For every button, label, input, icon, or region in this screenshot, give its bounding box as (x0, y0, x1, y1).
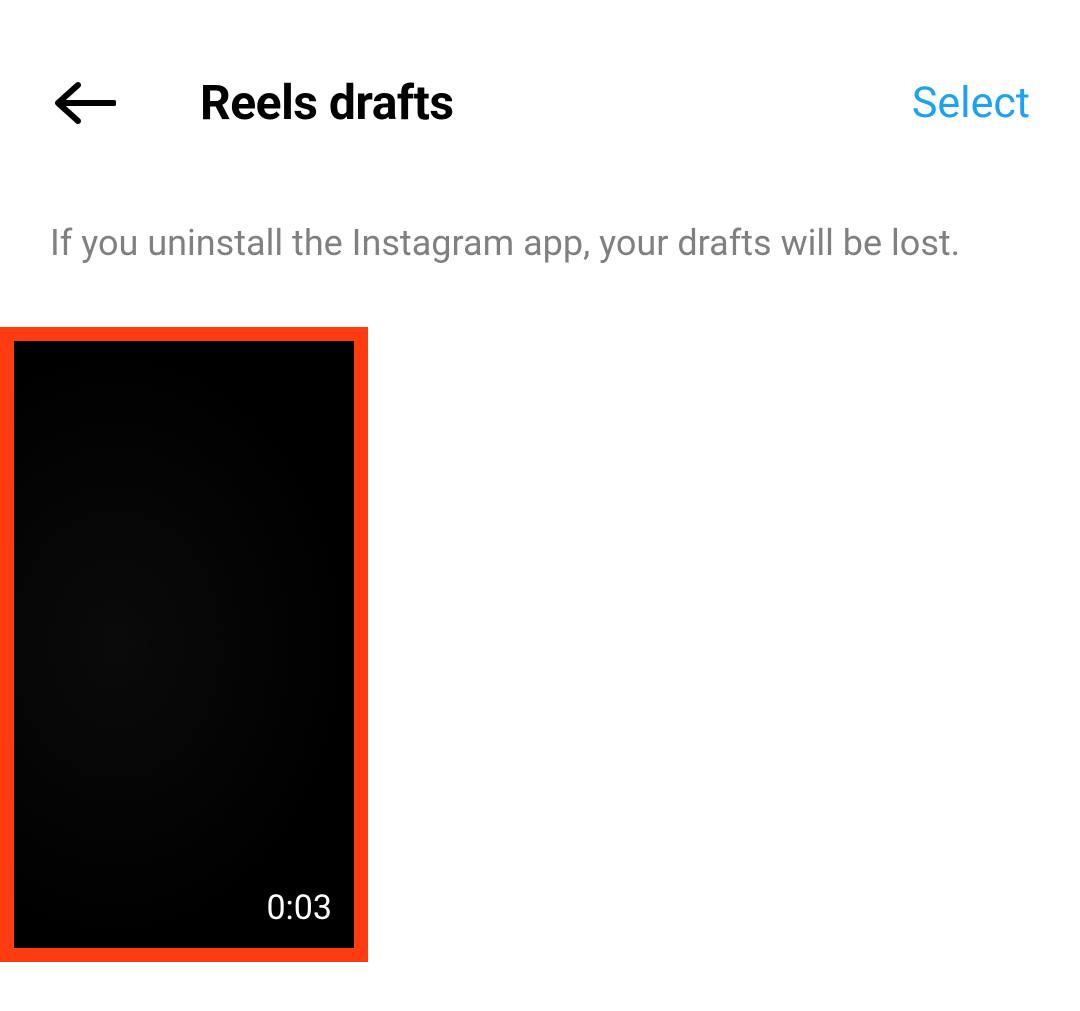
info-message: If you uninstall the Instagram app, your… (0, 150, 1080, 267)
page-title: Reels drafts (200, 74, 453, 131)
back-button[interactable] (50, 68, 120, 138)
header: Reels drafts Select (0, 0, 1080, 150)
draft-item[interactable]: 0:03 (0, 327, 368, 962)
drafts-grid: 0:03 (0, 267, 1080, 962)
draft-thumbnail (14, 341, 354, 948)
arrow-left-icon (54, 79, 116, 127)
select-button[interactable]: Select (912, 78, 1030, 128)
draft-duration: 0:03 (266, 888, 332, 928)
